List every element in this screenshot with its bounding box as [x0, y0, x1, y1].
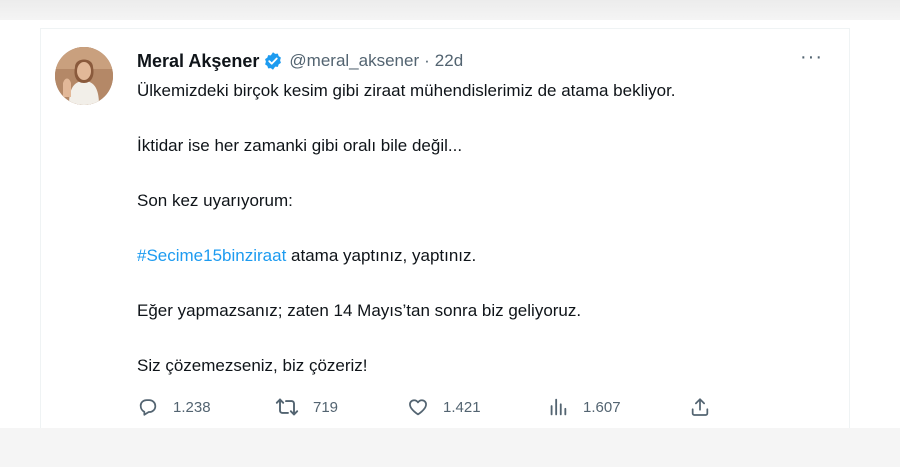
tweet-paragraph: Son kez uyarıyorum: — [137, 191, 293, 210]
like-count: 1.421 — [443, 398, 481, 416]
more-options-button[interactable]: ··· — [800, 47, 823, 67]
tweet-header: Meral Akşener @meral_aksener · 22d — [137, 49, 463, 73]
like-button[interactable]: 1.421 — [407, 396, 481, 418]
views-count: 1.607 — [583, 398, 621, 416]
browser-top-bar — [0, 0, 900, 20]
page-background-bottom — [0, 428, 900, 467]
share-icon — [689, 396, 711, 418]
tweet-paragraph: Eğer yapmazsanız; zaten 14 Mayıs’tan son… — [137, 301, 582, 320]
hashtag-link[interactable]: #Secime15binziraat — [137, 246, 286, 265]
author-handle[interactable]: @meral_aksener — [289, 51, 419, 71]
tweet-timestamp[interactable]: 22d — [435, 51, 463, 71]
reply-count: 1.238 — [173, 398, 211, 416]
share-button[interactable] — [689, 396, 711, 418]
separator-dot: · — [424, 51, 430, 70]
retweet-button[interactable]: 719 — [275, 396, 338, 418]
tweet-actions: 1.238 719 1.421 1.607 — [137, 396, 737, 418]
retweet-icon — [275, 396, 299, 418]
tweet-paragraph: Ülkemizdeki birçok kesim gibi ziraat müh… — [137, 81, 676, 100]
views-icon — [547, 396, 569, 418]
tweet-paragraph: Siz çözemezseniz, biz çözeriz! — [137, 356, 368, 375]
views-button[interactable]: 1.607 — [547, 396, 621, 418]
avatar[interactable] — [55, 47, 113, 105]
author-name[interactable]: Meral Akşener — [137, 51, 259, 72]
reply-button[interactable]: 1.238 — [137, 396, 211, 418]
tweet-paragraph: İktidar ise her zamanki gibi oralı bile … — [137, 136, 463, 155]
tweet-card[interactable]: Meral Akşener @meral_aksener · 22d ··· Ü… — [40, 28, 850, 429]
retweet-count: 719 — [313, 398, 339, 416]
verified-badge-icon — [263, 51, 283, 71]
heart-icon — [407, 396, 429, 418]
reply-icon — [137, 396, 159, 418]
tweet-paragraph: #Secime15binziraat atama yaptınız, yaptı… — [137, 246, 476, 266]
tweet-paragraph-rest: atama yaptınız, yaptınız. — [286, 246, 477, 265]
